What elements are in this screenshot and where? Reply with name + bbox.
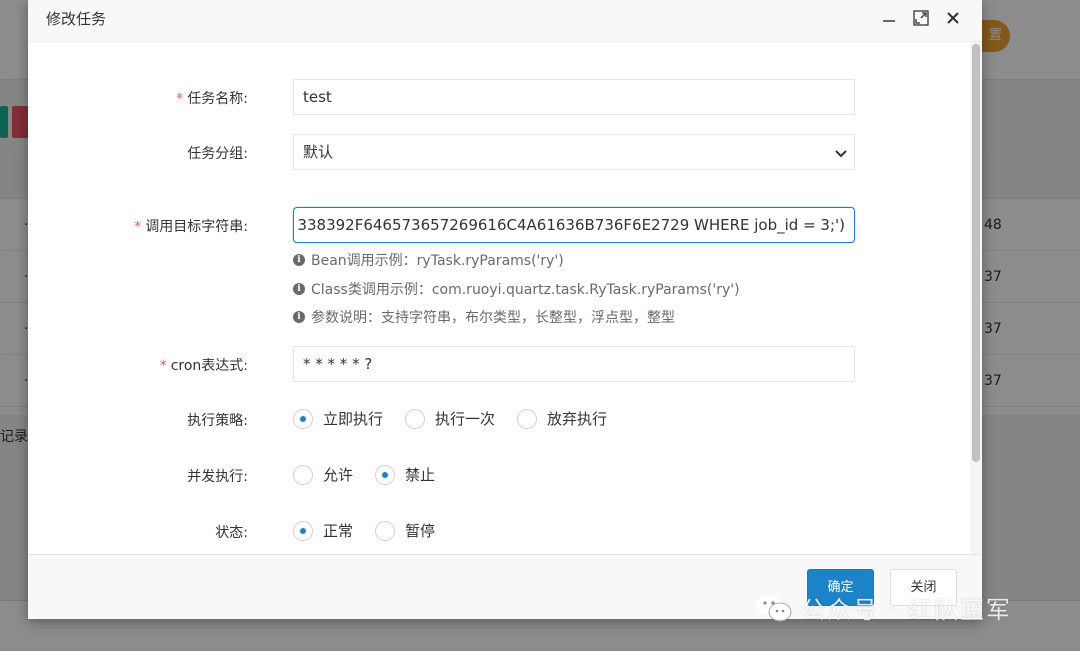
minimize-icon[interactable] (880, 8, 898, 28)
watermark: 公众号 · 红队蓝军 (755, 590, 1012, 625)
info-icon: i (293, 283, 305, 295)
job-group-select[interactable]: 默认 (293, 134, 855, 170)
concurrent-radios: 允许 禁止 (293, 464, 457, 485)
maximize-icon[interactable] (912, 8, 930, 28)
radio-allow[interactable]: 允许 (293, 464, 353, 485)
help-param-desc: i 参数说明：支持字符串，布尔类型，长整型，浮点型，整型 (293, 307, 675, 327)
cron-input[interactable]: * * * * * ? (293, 346, 855, 382)
job-group-value: 默认 (303, 143, 334, 161)
close-icon[interactable] (944, 8, 962, 28)
required-marker: * (134, 219, 142, 235)
edit-job-dialog: 修改任务 * 任务名称: test 任务分组: 默认 * 调用目标字符串: 33… (28, 0, 982, 619)
watermark-text: 公众号 · 红队蓝军 (801, 596, 1012, 624)
invoke-target-label: * 调用目标字符串: (134, 219, 248, 235)
job-name-input[interactable]: test (293, 79, 855, 115)
concurrent-label: 并发执行: (187, 469, 248, 485)
status-label: 状态: (215, 525, 248, 541)
job-name-row: * 任务名称: test (28, 79, 982, 115)
radio-pause[interactable]: 暂停 (375, 520, 435, 541)
wechat-icon (756, 594, 792, 621)
invoke-target-row: * 调用目标字符串: 338392F646573657269616C4A61636… (28, 207, 982, 243)
help-class-example: i Class类调用示例：com.ruoyi.quartz.task.RyTask… (293, 279, 740, 299)
misfire-policy-radios: 立即执行 执行一次 放弃执行 (293, 408, 629, 429)
invoke-target-value: 338392F646573657269616C4A61636B736F6E272… (297, 216, 845, 234)
radio-forbid[interactable]: 禁止 (375, 464, 435, 485)
status-row: 状态: 正常 暂停 (28, 520, 982, 544)
help-bean-example: i Bean调用示例：ryTask.ryParams('ry') (293, 250, 564, 270)
required-marker: * (159, 358, 167, 374)
dialog-title: 修改任务 (46, 10, 107, 28)
scrollbar-thumb[interactable] (972, 44, 980, 462)
info-icon: i (293, 254, 305, 266)
concurrent-row: 并发执行: 允许 禁止 (28, 464, 982, 488)
misfire-policy-label: 执行策略: (187, 413, 248, 429)
job-group-label: 任务分组: (187, 146, 248, 162)
info-icon: i (293, 311, 305, 323)
cron-row: * cron表达式: * * * * * ? (28, 346, 982, 382)
status-radios: 正常 暂停 (293, 520, 457, 541)
misfire-policy-row: 执行策略: 立即执行 执行一次 放弃执行 (28, 408, 982, 432)
job-group-row: 任务分组: 默认 (28, 134, 982, 170)
job-name-label: * 任务名称: (176, 91, 248, 107)
radio-abandon[interactable]: 放弃执行 (517, 408, 607, 429)
radio-immediate[interactable]: 立即执行 (293, 408, 383, 429)
dialog-header: 修改任务 (28, 0, 982, 42)
invoke-target-input[interactable]: 338392F646573657269616C4A61636B736F6E272… (293, 207, 855, 243)
dialog-body: * 任务名称: test 任务分组: 默认 * 调用目标字符串: 338392F64… (28, 42, 982, 554)
radio-normal[interactable]: 正常 (293, 520, 353, 541)
required-marker: * (176, 91, 184, 107)
cron-label: * cron表达式: (159, 358, 248, 374)
chevron-down-icon (835, 150, 847, 158)
radio-once[interactable]: 执行一次 (405, 408, 495, 429)
